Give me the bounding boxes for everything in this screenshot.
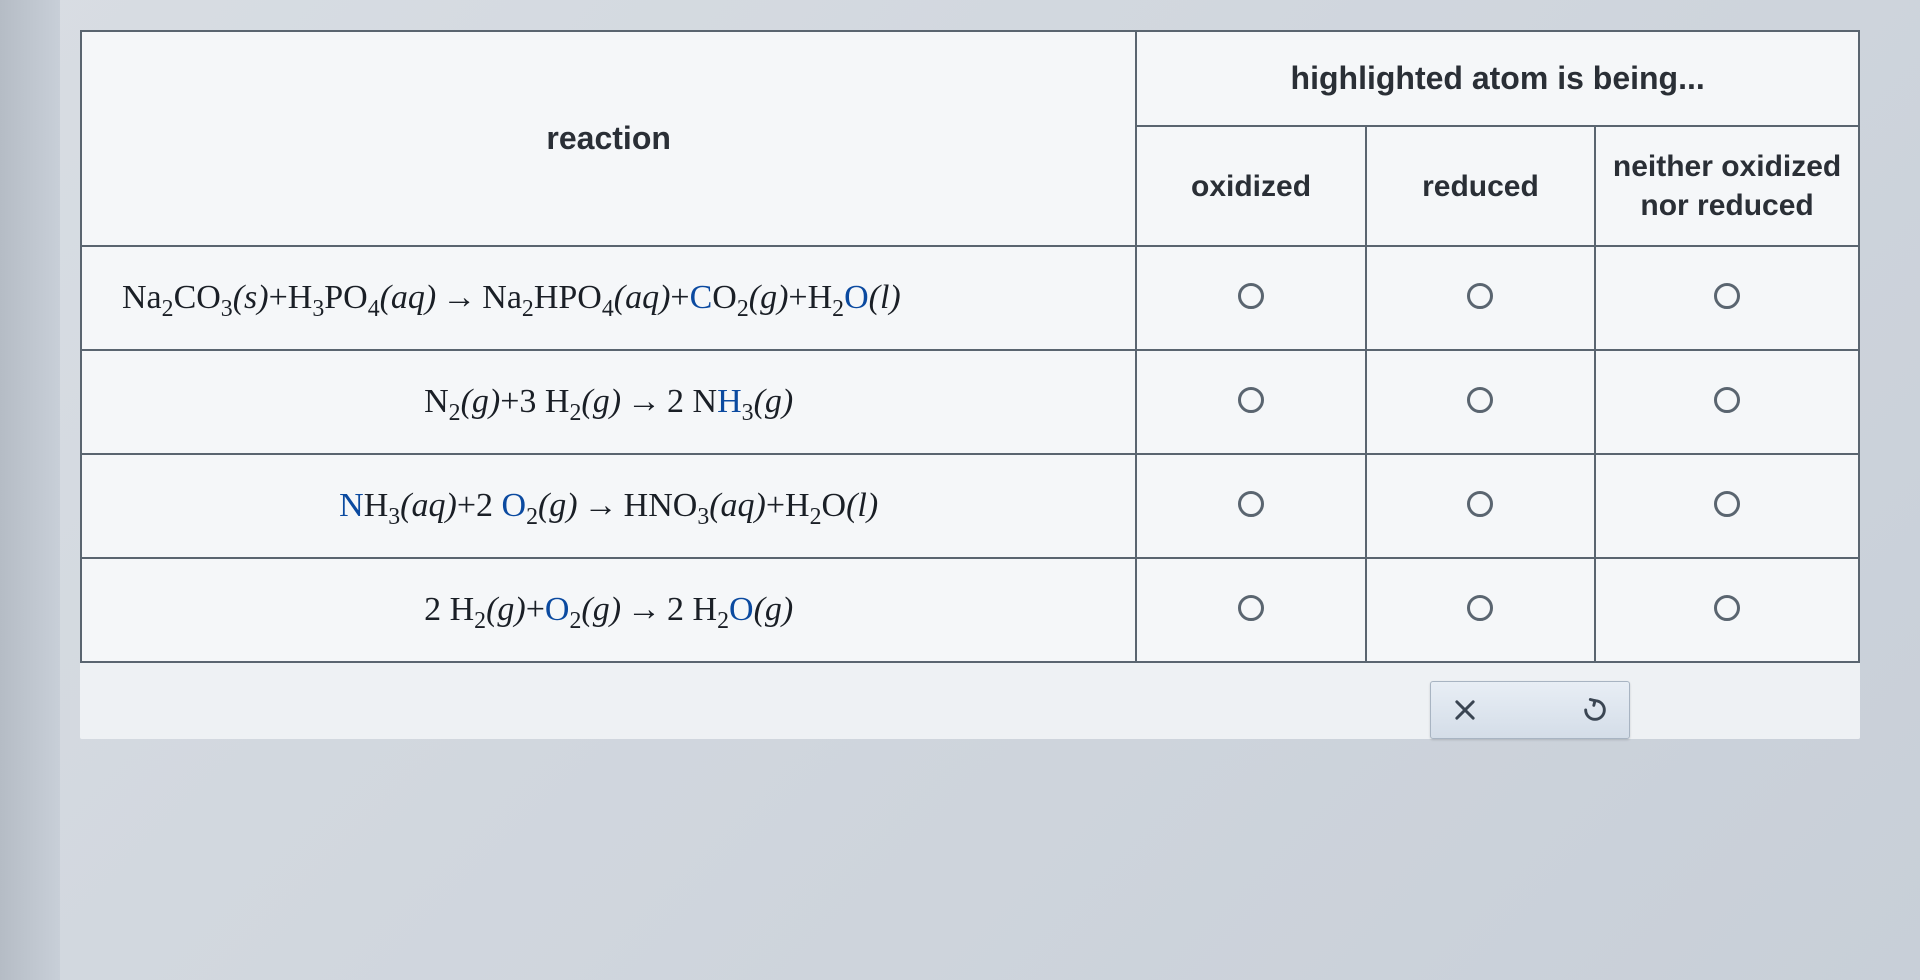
action-bar — [80, 681, 1860, 739]
radio-r3-neither[interactable] — [1714, 491, 1740, 517]
table-row: N2(g)+3 H2(g) → 2 NH3(g) — [81, 350, 1859, 454]
radio-r1-reduced[interactable] — [1467, 283, 1493, 309]
reaction-4: 2 H2(g)+O2(g) → 2 H2O(g) — [81, 558, 1136, 662]
table-row: 2 H2(g)+O2(g) → 2 H2O(g) — [81, 558, 1859, 662]
table-row: Na2CO3(s)+H3PO4(aq) → Na2HPO4(aq)+CO2(g)… — [81, 246, 1859, 350]
radio-r3-oxidized[interactable] — [1238, 491, 1264, 517]
radio-r1-oxidized[interactable] — [1238, 283, 1264, 309]
radio-r4-oxidized[interactable] — [1238, 595, 1264, 621]
reset-button[interactable] — [1575, 690, 1615, 730]
clear-button[interactable] — [1445, 690, 1485, 730]
header-neither: neither oxidized nor reduced — [1595, 126, 1859, 246]
close-icon — [1451, 696, 1479, 724]
radio-r2-neither[interactable] — [1714, 387, 1740, 413]
header-reduced: reduced — [1366, 126, 1595, 246]
header-reaction: reaction — [81, 31, 1136, 246]
header-oxidized: oxidized — [1136, 126, 1365, 246]
action-box — [1430, 681, 1630, 739]
reaction-2: N2(g)+3 H2(g) → 2 NH3(g) — [81, 350, 1136, 454]
reaction-1: Na2CO3(s)+H3PO4(aq) → Na2HPO4(aq)+CO2(g)… — [81, 246, 1136, 350]
radio-r4-neither[interactable] — [1714, 595, 1740, 621]
radio-r1-neither[interactable] — [1714, 283, 1740, 309]
reaction-table: reaction highlighted atom is being... ox… — [80, 30, 1860, 663]
header-highlighted-atom: highlighted atom is being... — [1136, 31, 1859, 126]
table-row: NH3(aq)+2 O2(g) → HNO3(aq)+H2O(l) — [81, 454, 1859, 558]
radio-r3-reduced[interactable] — [1467, 491, 1493, 517]
radio-r2-oxidized[interactable] — [1238, 387, 1264, 413]
undo-icon — [1581, 696, 1609, 724]
reaction-3: NH3(aq)+2 O2(g) → HNO3(aq)+H2O(l) — [81, 454, 1136, 558]
radio-r2-reduced[interactable] — [1467, 387, 1493, 413]
radio-r4-reduced[interactable] — [1467, 595, 1493, 621]
question-container: reaction highlighted atom is being... ox… — [80, 30, 1860, 739]
